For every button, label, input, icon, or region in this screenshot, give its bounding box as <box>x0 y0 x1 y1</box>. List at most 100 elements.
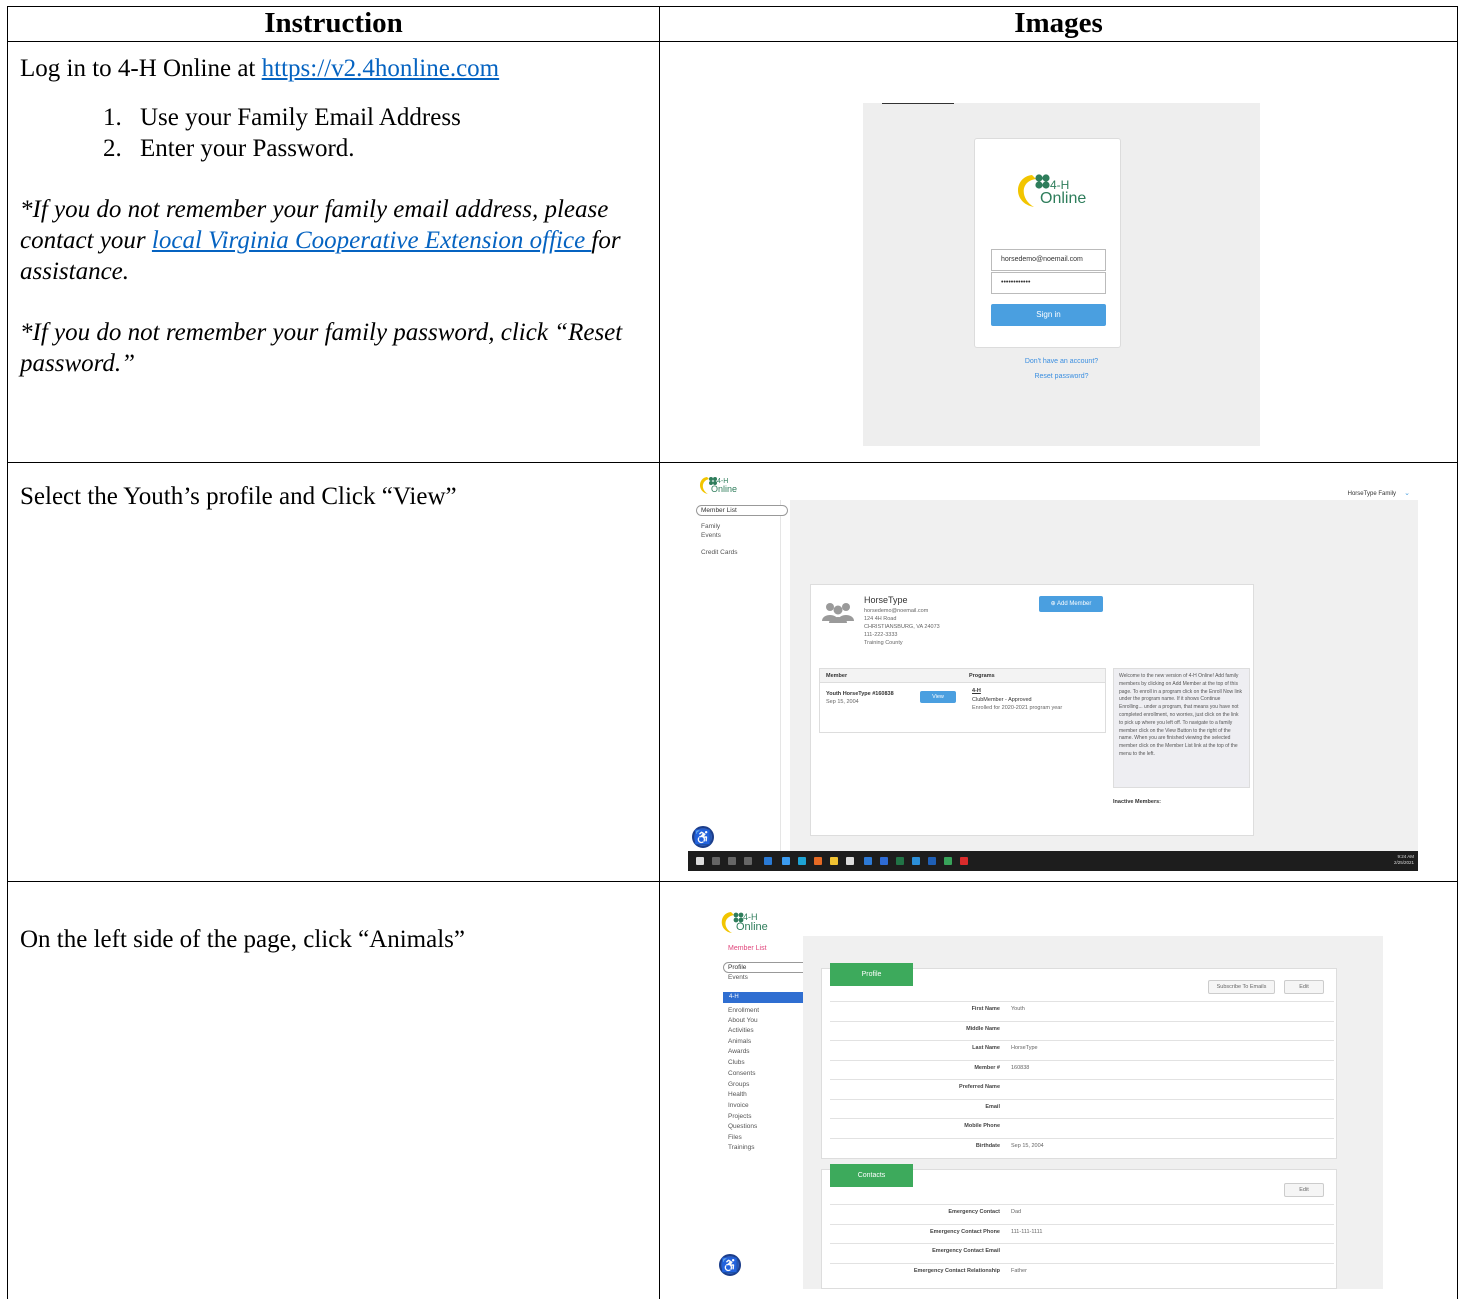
field-value: HorseType <box>1011 1045 1038 1051</box>
field-row: Emergency Contact Relationship Father <box>830 1262 1334 1276</box>
firefox-icon[interactable] <box>814 857 822 865</box>
field-label: Emergency Contact Email <box>932 1248 1000 1254</box>
sidebar-item-animals[interactable]: Animals <box>728 1038 751 1045</box>
family-name: HorseType <box>864 595 908 605</box>
user-menu[interactable]: HorseType Family <box>1348 491 1396 497</box>
sidebar-item-questions[interactable]: Questions <box>728 1123 757 1130</box>
field-value: 111-111-1111 <box>1011 1228 1043 1235</box>
sidebar-item-projects[interactable]: Projects <box>728 1113 751 1120</box>
field-value: Dad <box>1011 1209 1022 1215</box>
sidebar-item-family[interactable]: Family <box>701 523 720 530</box>
sidebar-item-groups[interactable]: Groups <box>728 1081 749 1088</box>
sidebar-item-about-you[interactable]: About You <box>728 1017 758 1024</box>
edge-icon[interactable] <box>782 857 790 865</box>
sidebar-item-health[interactable]: Health <box>728 1091 747 1098</box>
step-2: Enter your Password. <box>128 133 647 164</box>
sidebar-item-invoice[interactable]: Invoice <box>728 1102 749 1109</box>
taskbar-time: 9:24 AM <box>1397 854 1414 859</box>
intro-text: Log in to 4-H Online at <box>20 55 262 82</box>
field-row: Birthdate Sep 15, 2004 <box>830 1137 1334 1151</box>
contacts-edit-button[interactable]: Edit <box>1284 1183 1324 1197</box>
member-name: Youth HorseType #160838 <box>826 691 894 697</box>
edit-button[interactable]: Edit <box>1284 980 1324 994</box>
app-icon[interactable] <box>928 857 936 865</box>
search-icon[interactable] <box>712 857 720 865</box>
taskbar-date: 2/25/2021 <box>1393 860 1414 865</box>
click-animals-instruction: On the left side of the page, click “Ani… <box>20 926 465 953</box>
outlook-icon[interactable] <box>764 857 772 865</box>
word-icon[interactable] <box>864 857 872 865</box>
logo-text-online: Online <box>711 484 738 494</box>
mail-icon[interactable] <box>880 857 888 865</box>
field-row: Preferred Name <box>830 1079 1334 1092</box>
reset-password-link[interactable]: Reset password? <box>863 373 1260 380</box>
welcome-message: Welcome to the new version of 4-H Online… <box>1113 668 1250 788</box>
sidebar-item-enrollment[interactable]: Enrollment <box>728 1007 759 1014</box>
profile-screenshot: 4-H Online Member List Profile Events 4-… <box>715 909 1383 1289</box>
chevron-down-icon[interactable]: ⌄ <box>1404 489 1410 497</box>
sidebar-item-awards[interactable]: Awards <box>728 1048 750 1055</box>
sidebar-section-4h[interactable]: 4-H <box>723 992 807 1003</box>
field-row: Emergency Contact Dad <box>830 1204 1334 1217</box>
sidebar-item-profile[interactable]: Profile <box>728 964 746 971</box>
4h-online-logo: 4-H Online <box>1010 169 1090 213</box>
4h-online-logo: 4-H Online <box>696 474 738 498</box>
contacts-tab[interactable]: Contacts <box>830 1164 913 1187</box>
subscribe-emails-button[interactable]: Subscribe To Emails <box>1208 980 1275 994</box>
login-screenshot: 4-H Online horsedemo@noemail.com •••••••… <box>863 103 1260 446</box>
extension-office-link[interactable]: local Virginia Cooperative Extension off… <box>152 227 592 254</box>
excel-icon[interactable] <box>896 857 904 865</box>
windows-taskbar: 9:24 AM 2/25/2021 <box>688 851 1418 871</box>
column-member: Member <box>826 673 848 679</box>
task-view-icon[interactable] <box>744 857 752 865</box>
field-row: Member # 160838 <box>830 1059 1334 1073</box>
row3-instruction-cell: On the left side of the page, click “Ani… <box>7 881 660 1299</box>
chrome-icon[interactable] <box>912 857 920 865</box>
email-note: *If you do not remember your family emai… <box>20 194 647 287</box>
sidebar-item-trainings[interactable]: Trainings <box>728 1144 755 1151</box>
sidebar-item-credit-cards[interactable]: Credit Cards <box>701 549 737 556</box>
sidebar-item-activities[interactable]: Activities <box>728 1027 754 1034</box>
start-icon[interactable] <box>696 857 704 865</box>
sidebar-item-clubs[interactable]: Clubs <box>728 1059 745 1066</box>
4honline-link[interactable]: https://v2.4honline.com <box>262 55 500 82</box>
header-instruction: Instruction <box>7 6 660 42</box>
cortana-icon[interactable] <box>728 857 736 865</box>
sidebar-item-consents[interactable]: Consents <box>728 1070 755 1077</box>
field-label: Emergency Contact Phone <box>930 1228 1000 1235</box>
accessibility-icon[interactable]: ♿ <box>719 1254 741 1276</box>
4h-online-logo: 4-H Online <box>717 909 769 937</box>
divider <box>882 103 954 104</box>
store-icon[interactable] <box>846 857 854 865</box>
view-button[interactable]: View <box>920 691 956 703</box>
sidebar-item-member-list[interactable]: Member List <box>728 945 767 952</box>
column-programs: Programs <box>969 673 995 679</box>
email-field[interactable]: horsedemo@noemail.com <box>991 249 1106 271</box>
taskbar-clock: 9:24 AM 2/25/2021 <box>1394 854 1414 866</box>
field-label: Emergency Contact Relationship <box>913 1267 1000 1274</box>
add-member-button[interactable]: ⊕ Add Member <box>1039 596 1103 612</box>
field-row: Last Name HorseType <box>830 1040 1334 1053</box>
profile-tab[interactable]: Profile <box>830 963 913 986</box>
sidebar-item-events[interactable]: Events <box>701 532 721 539</box>
family-county: Training County <box>864 640 903 646</box>
sign-in-button[interactable]: Sign in <box>991 304 1106 326</box>
sidebar-item-events[interactable]: Events <box>728 974 748 981</box>
no-account-link[interactable]: Don't have an account? <box>863 358 1260 365</box>
sidebar-item-files[interactable]: Files <box>728 1134 742 1141</box>
field-label: Preferred Name <box>959 1084 1000 1090</box>
acrobat-icon[interactable] <box>960 857 968 865</box>
folder-icon[interactable] <box>830 857 838 865</box>
inactive-members-label: Inactive Members: <box>1113 799 1161 805</box>
member-table: Member Programs Youth HorseType #160838 … <box>819 668 1106 733</box>
header-images: Images <box>659 6 1458 42</box>
program-name[interactable]: 4-H <box>972 688 981 694</box>
accessibility-icon[interactable]: ♿ <box>692 826 714 848</box>
ie-icon[interactable] <box>798 857 806 865</box>
app-icon[interactable] <box>944 857 952 865</box>
password-field[interactable]: •••••••••••• <box>991 272 1106 294</box>
logo-text-online: Online <box>1040 190 1087 207</box>
field-value: Sep 15, 2004 <box>1011 1142 1044 1149</box>
sidebar-item-member-list[interactable]: Member List <box>701 507 737 514</box>
row2-image-cell: 4-H Online HorseType Family ⌄ Member Lis… <box>659 462 1458 882</box>
